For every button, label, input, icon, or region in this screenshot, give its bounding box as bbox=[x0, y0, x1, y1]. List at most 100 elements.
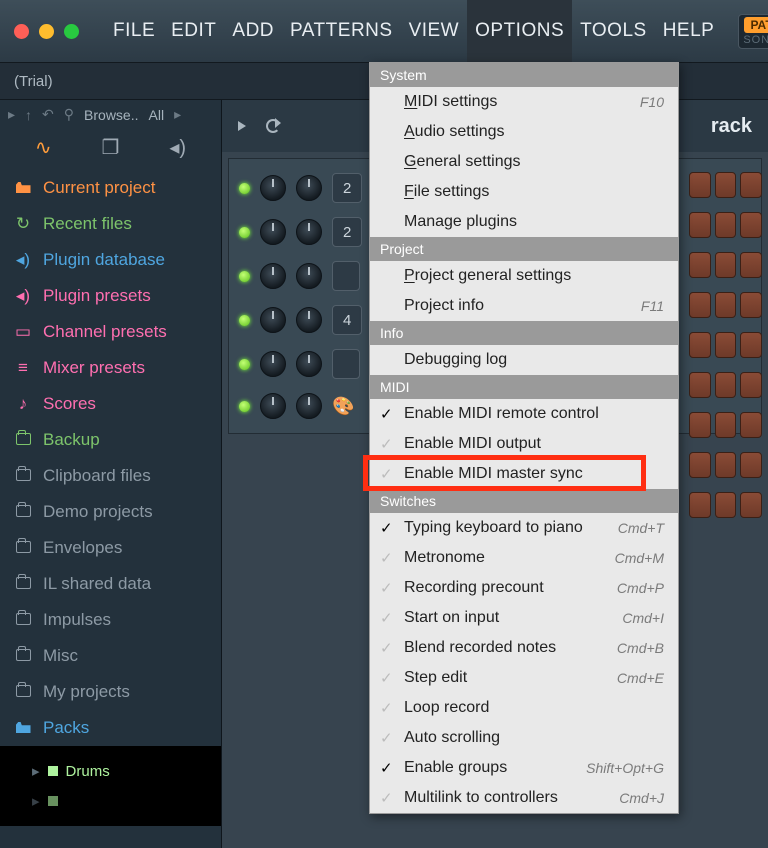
step-cell[interactable] bbox=[740, 172, 762, 198]
step-cell[interactable] bbox=[689, 212, 711, 238]
tree-impulses[interactable]: Impulses bbox=[0, 602, 221, 638]
tree-channel-presets[interactable]: ▭Channel presets bbox=[0, 314, 221, 350]
channel-enable-led[interactable] bbox=[239, 401, 250, 412]
menu-item[interactable]: File settings bbox=[370, 177, 678, 207]
volume-knob[interactable] bbox=[296, 393, 322, 419]
tree-plugin-presets[interactable]: ◂)Plugin presets bbox=[0, 278, 221, 314]
pan-knob[interactable] bbox=[260, 307, 286, 333]
pattern-song-toggle[interactable]: PAT SONG bbox=[738, 14, 768, 49]
step-cell[interactable] bbox=[715, 372, 737, 398]
zoom-window-button[interactable] bbox=[64, 24, 79, 39]
pan-knob[interactable] bbox=[260, 175, 286, 201]
menu-item[interactable]: Audio settings bbox=[370, 117, 678, 147]
search-icon[interactable]: ⚲ bbox=[64, 106, 74, 123]
step-cell[interactable] bbox=[715, 412, 737, 438]
menu-file[interactable]: FILE bbox=[105, 0, 163, 62]
tree-backup[interactable]: Backup bbox=[0, 422, 221, 458]
step-cell[interactable] bbox=[689, 452, 711, 478]
step-cell[interactable] bbox=[740, 412, 762, 438]
chevron-right-icon[interactable]: ▸ bbox=[174, 106, 181, 123]
tree-misc[interactable]: Misc bbox=[0, 638, 221, 674]
menu-item[interactable]: MIDI settingsF10 bbox=[370, 87, 678, 117]
menu-item[interactable]: ✓Multilink to controllersCmd+J bbox=[370, 783, 678, 813]
step-cell[interactable] bbox=[689, 172, 711, 198]
menu-item[interactable]: ✓Step editCmd+E bbox=[370, 663, 678, 693]
volume-knob[interactable] bbox=[296, 219, 322, 245]
palette-icon[interactable]: 🎨 bbox=[332, 396, 354, 417]
menu-item[interactable]: Project infoF11 bbox=[370, 291, 678, 321]
step-cell[interactable] bbox=[689, 412, 711, 438]
undo-icon[interactable]: ↶ bbox=[42, 106, 54, 123]
menu-add[interactable]: ADD bbox=[224, 0, 282, 62]
tree-il-shared-data[interactable]: IL shared data bbox=[0, 566, 221, 602]
menu-item[interactable]: ✓Loop record bbox=[370, 693, 678, 723]
tree-current-project[interactable]: Current project bbox=[0, 170, 221, 206]
menu-help[interactable]: HELP bbox=[655, 0, 723, 62]
undo-icon[interactable] bbox=[266, 119, 280, 133]
close-window-button[interactable] bbox=[14, 24, 29, 39]
channel-button[interactable]: 2 bbox=[332, 173, 362, 203]
step-cell[interactable] bbox=[740, 372, 762, 398]
menu-options[interactable]: OPTIONS bbox=[467, 0, 572, 62]
pan-knob[interactable] bbox=[260, 393, 286, 419]
channel-button[interactable]: 4 bbox=[332, 305, 362, 335]
step-cell[interactable] bbox=[689, 252, 711, 278]
tree-recent-files[interactable]: ↻Recent files bbox=[0, 206, 221, 242]
menu-item[interactable]: ✓Auto scrolling bbox=[370, 723, 678, 753]
menu-item[interactable]: ✓Typing keyboard to pianoCmd+T bbox=[370, 513, 678, 543]
step-cell[interactable] bbox=[715, 452, 737, 478]
menu-item[interactable]: ✓Enable MIDI output bbox=[370, 429, 678, 459]
waveform-icon[interactable]: ∿ bbox=[35, 135, 52, 160]
play-pattern-icon[interactable] bbox=[238, 121, 246, 131]
menu-tools[interactable]: TOOLS bbox=[572, 0, 655, 62]
channel-enable-led[interactable] bbox=[239, 271, 250, 282]
step-cell[interactable] bbox=[715, 332, 737, 358]
step-cell[interactable] bbox=[740, 332, 762, 358]
tree-clipboard-files[interactable]: Clipboard files bbox=[0, 458, 221, 494]
step-cell[interactable] bbox=[689, 292, 711, 318]
channel-enable-led[interactable] bbox=[239, 359, 250, 370]
tree-envelopes[interactable]: Envelopes bbox=[0, 530, 221, 566]
packs-drums[interactable]: ▸Drums bbox=[16, 756, 205, 786]
channel-button[interactable]: 2 bbox=[332, 217, 362, 247]
channel-button[interactable] bbox=[332, 261, 360, 291]
menu-view[interactable]: VIEW bbox=[401, 0, 468, 62]
step-cell[interactable] bbox=[740, 212, 762, 238]
menu-item[interactable]: ✓MetronomeCmd+M bbox=[370, 543, 678, 573]
menu-item[interactable]: ✓Blend recorded notesCmd+B bbox=[370, 633, 678, 663]
tree-my-projects[interactable]: My projects bbox=[0, 674, 221, 710]
menu-edit[interactable]: EDIT bbox=[163, 0, 224, 62]
menu-item[interactable]: Project general settings bbox=[370, 261, 678, 291]
volume-knob[interactable] bbox=[296, 351, 322, 377]
volume-knob[interactable] bbox=[296, 175, 322, 201]
volume-knob[interactable] bbox=[296, 263, 322, 289]
step-cell[interactable] bbox=[715, 172, 737, 198]
tree-packs[interactable]: Packs bbox=[0, 710, 221, 746]
menu-item[interactable]: ✓Enable MIDI remote control bbox=[370, 399, 678, 429]
minimize-window-button[interactable] bbox=[39, 24, 54, 39]
menu-item[interactable]: Manage plugins bbox=[370, 207, 678, 237]
speaker-icon[interactable]: ◂) bbox=[169, 135, 186, 160]
menu-item[interactable]: General settings bbox=[370, 147, 678, 177]
step-cell[interactable] bbox=[715, 492, 737, 518]
channel-enable-led[interactable] bbox=[239, 227, 250, 238]
channel-enable-led[interactable] bbox=[239, 183, 250, 194]
menu-patterns[interactable]: PATTERNS bbox=[282, 0, 401, 62]
step-cell[interactable] bbox=[689, 372, 711, 398]
step-cell[interactable] bbox=[715, 252, 737, 278]
step-cell[interactable] bbox=[689, 332, 711, 358]
menu-item[interactable]: ✓Enable MIDI master sync bbox=[370, 459, 678, 489]
menu-item[interactable]: Debugging log bbox=[370, 345, 678, 375]
step-cell[interactable] bbox=[740, 292, 762, 318]
step-cell[interactable] bbox=[740, 452, 762, 478]
menu-item[interactable]: ✓Start on inputCmd+I bbox=[370, 603, 678, 633]
browser-scope[interactable]: All bbox=[149, 107, 165, 123]
pan-knob[interactable] bbox=[260, 351, 286, 377]
tree-demo-projects[interactable]: Demo projects bbox=[0, 494, 221, 530]
pan-knob[interactable] bbox=[260, 219, 286, 245]
channel-enable-led[interactable] bbox=[239, 315, 250, 326]
step-cell[interactable] bbox=[715, 292, 737, 318]
step-cell[interactable] bbox=[740, 252, 762, 278]
tree-plugin-database[interactable]: ◂)Plugin database bbox=[0, 242, 221, 278]
step-cell[interactable] bbox=[740, 492, 762, 518]
